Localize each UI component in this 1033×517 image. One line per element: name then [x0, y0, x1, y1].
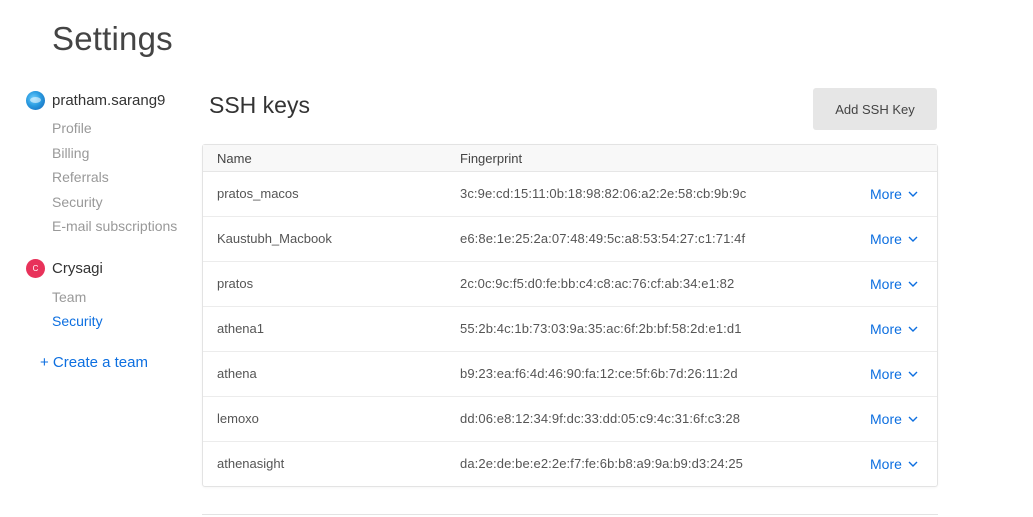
key-name: pratos	[217, 276, 254, 291]
key-name: Kaustubh_Macbook	[217, 231, 332, 246]
sidebar-item-team-security[interactable]: Security	[52, 309, 196, 334]
key-name: lemoxo	[217, 411, 259, 426]
more-label: More	[870, 276, 902, 292]
chevron-down-icon	[908, 326, 918, 332]
key-fingerprint: dd:06:e8:12:34:9f:dc:33:dd:05:c9:4c:31:6…	[460, 411, 741, 426]
key-name: athena	[217, 366, 257, 381]
table-row: athenasight da:2e:de:be:e2:2e:f7:fe:6b:b8…	[203, 442, 937, 486]
chevron-down-icon	[908, 416, 918, 422]
table-body: pratos_macos 3c:9e:cd:15:11:0b:18:98:82:0…	[203, 172, 937, 486]
team-avatar: C	[26, 259, 45, 278]
create-team-link[interactable]: + Create a team	[40, 354, 196, 371]
key-name: athenasight	[217, 456, 285, 471]
table-row: pratos_macos 3c:9e:cd:15:11:0b:18:98:82:0…	[203, 172, 937, 217]
sidebar-item-security[interactable]: Security	[52, 190, 196, 215]
page-title: Settings	[52, 20, 173, 57]
user-nav-list: Profile Billing Referrals Security E-mai…	[26, 116, 196, 239]
sidebar-item-referrals[interactable]: Referrals	[52, 165, 196, 190]
sidebar-item-billing[interactable]: Billing	[52, 141, 196, 166]
table-row: pratos 2c:0c:9c:f5:d0:fe:bb:c4:c8:ac:76:c…	[203, 262, 937, 307]
table-row: Kaustubh_Macbook e6:8e:1e:25:2a:07:48:49:…	[203, 217, 937, 262]
chevron-down-icon	[908, 191, 918, 197]
ssh-keys-table: Name Fingerprint pratos_macos 3c:9e:cd:15…	[202, 144, 938, 487]
chevron-down-icon	[908, 281, 918, 287]
user-account-name: pratham.sarang9	[52, 91, 166, 109]
key-fingerprint: b9:23:ea:f6:4d:46:90:fa:12:ce:5f:6b:7d:2…	[460, 366, 738, 381]
key-fingerprint: 2c:0c:9c:f5:d0:fe:bb:c4:c8:ac:76:cf:ab:3…	[460, 276, 735, 291]
more-label: More	[870, 321, 902, 337]
more-label: More	[870, 366, 902, 382]
chevron-down-icon	[908, 461, 918, 467]
sidebar-item-team[interactable]: Team	[52, 285, 196, 310]
team-account-name: Crysagi	[52, 260, 103, 277]
table-row: athena b9:23:ea:f6:4d:46:90:fa:12:ce:5f:6…	[203, 352, 937, 397]
user-account-block: pratham.sarang9 Profile Billing Referral…	[26, 88, 196, 239]
user-account-header[interactable]: pratham.sarang9	[26, 88, 196, 112]
table-header: Name Fingerprint	[203, 145, 937, 172]
key-name: pratos_macos	[217, 186, 299, 201]
key-fingerprint: 55:2b:4c:1b:73:03:9a:35:ac:6f:2b:bf:58:2…	[460, 321, 742, 336]
sidebar-item-email-subscriptions[interactable]: E-mail subscriptions	[52, 214, 196, 239]
column-header-fingerprint: Fingerprint	[460, 150, 523, 166]
add-ssh-key-button[interactable]: Add SSH Key	[813, 88, 937, 130]
team-nav-list: Team Security	[26, 285, 196, 334]
more-label: More	[870, 231, 902, 247]
more-label: More	[870, 186, 902, 202]
more-button[interactable]: More	[870, 411, 918, 427]
table-row: lemoxo dd:06:e8:12:34:9f:dc:33:dd:05:c9:4…	[203, 397, 937, 442]
column-header-name: Name	[217, 150, 252, 166]
table-row: athena1 55:2b:4c:1b:73:03:9a:35:ac:6f:2b:…	[203, 307, 937, 352]
sidebar-item-profile[interactable]: Profile	[52, 116, 196, 141]
team-account-header[interactable]: C Crysagi	[26, 257, 196, 281]
more-label: More	[870, 456, 902, 472]
key-fingerprint: da:2e:de:be:e2:2e:f7:fe:6b:b8:a9:9a:b9:d…	[460, 456, 743, 471]
more-label: More	[870, 411, 902, 427]
user-avatar-icon	[26, 90, 45, 110]
more-button[interactable]: More	[870, 321, 918, 337]
more-button[interactable]: More	[870, 231, 918, 247]
more-button[interactable]: More	[870, 456, 918, 472]
section-title: SSH keys	[209, 92, 310, 118]
more-button[interactable]: More	[870, 366, 918, 382]
sidebar: pratham.sarang9 Profile Billing Referral…	[26, 88, 196, 371]
team-account-block: C Crysagi Team Security	[26, 257, 196, 334]
chevron-down-icon	[908, 371, 918, 377]
key-fingerprint: e6:8e:1e:25:2a:07:48:49:5c:a8:53:54:27:c…	[460, 231, 746, 246]
key-fingerprint: 3c:9e:cd:15:11:0b:18:98:82:06:a2:2e:58:c…	[460, 186, 747, 201]
more-button[interactable]: More	[870, 276, 918, 292]
settings-page: Settings pratham.sarang9 Profile Billing…	[0, 0, 1033, 517]
more-button[interactable]: More	[870, 186, 918, 202]
key-name: athena1	[217, 321, 264, 336]
chevron-down-icon	[908, 236, 918, 242]
